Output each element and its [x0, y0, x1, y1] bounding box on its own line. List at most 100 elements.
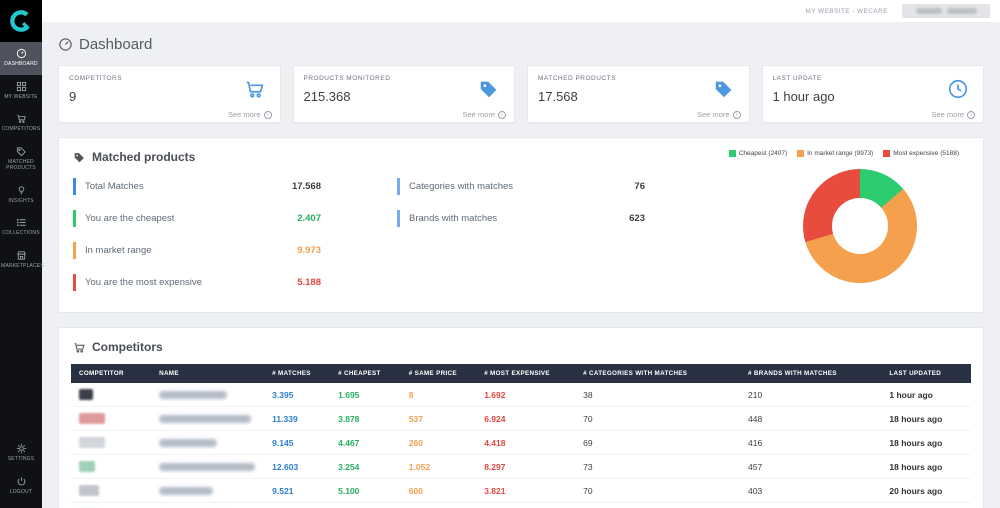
competitors-table: COMPETITOR NAME # MATCHES # CHEAPEST # S…	[71, 364, 971, 508]
stat-card-label: COMPETITORS	[69, 75, 270, 82]
stat-card-value: 215.368	[304, 89, 505, 104]
col-brands: # BRANDS WITH MATCHES	[740, 364, 881, 383]
grid-icon	[16, 81, 27, 92]
same-price-value: 600	[401, 479, 476, 503]
matches-value: 9.521	[264, 479, 330, 503]
col-categories: # CATEGORIES WITH MATCHES	[575, 364, 740, 383]
categories-value: 73	[575, 455, 740, 479]
donut-chart	[803, 169, 917, 283]
competitor-name-cell[interactable]	[151, 503, 264, 508]
competitor-name-cell[interactable]	[151, 479, 264, 503]
stat-card-products-monitored[interactable]: PRODUCTS MONITORED 215.368 See more›	[293, 65, 516, 123]
app-logo[interactable]	[0, 0, 42, 42]
competitor-name-cell[interactable]	[151, 383, 264, 407]
matches-value: 12.603	[264, 455, 330, 479]
competitor-name-cell[interactable]	[151, 407, 264, 431]
sidebar-bottom: SETTINGS LOGOUT	[0, 437, 42, 502]
categories-value: 70	[575, 407, 740, 431]
legend-label: In market range (9973)	[807, 150, 873, 157]
sidebar-item-logout[interactable]: LOGOUT	[0, 470, 42, 503]
table-row[interactable]: 9.521 5.100 600 3.821 70 403 20 hours ag…	[71, 479, 971, 503]
list-icon	[16, 217, 27, 228]
competitor-logo-cell	[71, 503, 151, 508]
clock-icon	[947, 78, 969, 105]
stat-value: 17.568	[292, 181, 321, 192]
stat-card-competitors[interactable]: COMPETITORS 9 See more›	[58, 65, 281, 123]
competitor-logo	[79, 485, 99, 496]
col-matches: # MATCHES	[264, 364, 330, 383]
arrow-circle-icon: ›	[733, 111, 741, 119]
competitor-logo-cell	[71, 479, 151, 503]
competitor-logo-cell	[71, 407, 151, 431]
cheapest-value: 5.100	[330, 479, 401, 503]
sidebar-item-settings[interactable]: SETTINGS	[0, 437, 42, 470]
table-row[interactable]: 11.339 3.878 537 6.924 70 448 18 hours a…	[71, 407, 971, 431]
col-most-expensive: # MOST EXPENSIVE	[476, 364, 575, 383]
sidebar-item-label: MATCHED PRODUCTS	[1, 159, 41, 172]
competitors-table-body: 3.395 1.695 8 1.692 38 210 1 hour ago 11…	[71, 383, 971, 508]
cart-icon	[16, 113, 27, 124]
competitor-name-redacted[interactable]	[159, 439, 217, 447]
sidebar-item-label: INSIGHTS	[1, 198, 41, 205]
tag-icon	[478, 78, 500, 105]
brands-value: 210	[740, 383, 881, 407]
stat-label: Categories with matches	[409, 181, 513, 192]
cart-icon	[244, 78, 266, 105]
brands-value: 441	[740, 503, 881, 508]
cheapest-value: 4.939	[330, 503, 401, 508]
competitor-name-redacted[interactable]	[159, 415, 251, 423]
stat-card-label: PRODUCTS MONITORED	[304, 75, 505, 82]
competitor-name-redacted[interactable]	[159, 391, 227, 399]
sidebar-item-dashboard[interactable]: DASHBOARD	[0, 42, 42, 75]
table-row[interactable]: 12.603 3.254 1.052 8.297 73 457 18 hours…	[71, 455, 971, 479]
matches-value: 11.350	[264, 503, 330, 508]
col-name: NAME	[151, 364, 264, 383]
stat-value: 5.188	[297, 277, 321, 288]
brands-value: 448	[740, 407, 881, 431]
competitor-name-redacted[interactable]	[159, 463, 255, 471]
see-more-link[interactable]: See more›	[697, 110, 741, 119]
cheapest-value: 3.254	[330, 455, 401, 479]
sidebar-item-competitors[interactable]: COMPETITORS	[0, 107, 42, 140]
competitor-name-redacted[interactable]	[159, 487, 213, 495]
see-more-link[interactable]: See more›	[931, 110, 975, 119]
stat-card-matched-products[interactable]: MATCHED PRODUCTS 17.568 See more›	[527, 65, 750, 123]
sidebar-item-marketplaces[interactable]: MARKETPLACES	[0, 244, 42, 277]
see-more-label: See more	[228, 110, 261, 119]
same-price-value: 818	[401, 503, 476, 508]
competitor-name-cell[interactable]	[151, 431, 264, 455]
competitor-name-cell[interactable]	[151, 455, 264, 479]
arrow-circle-icon: ›	[967, 111, 975, 119]
table-row[interactable]: 9.145 4.467 260 4.418 69 416 18 hours ag…	[71, 431, 971, 455]
page-title: Dashboard	[58, 36, 984, 53]
last-updated-value: 18 hours ago	[881, 407, 971, 431]
legend-swatch	[883, 150, 890, 157]
stat-card-last-update[interactable]: LAST UPDATE 1 hour ago See more›	[762, 65, 985, 123]
see-more-link[interactable]: See more›	[228, 110, 272, 119]
table-row[interactable]: 3.395 1.695 8 1.692 38 210 1 hour ago	[71, 383, 971, 407]
stat-card-value: 17.568	[538, 89, 739, 104]
competitor-logo	[79, 437, 105, 448]
legend-label: Cheapest (2407)	[739, 150, 787, 157]
arrow-circle-icon: ›	[498, 111, 506, 119]
sidebar-item-matched-products[interactable]: MATCHED PRODUCTS	[0, 140, 42, 179]
user-menu-button[interactable]	[902, 4, 990, 18]
see-more-link[interactable]: See more›	[462, 110, 506, 119]
sidebar-item-label: COMPETITORS	[1, 126, 41, 133]
legend-swatch	[729, 150, 736, 157]
legend-swatch	[797, 150, 804, 157]
page-title-text: Dashboard	[79, 36, 152, 53]
sidebar-item-collections[interactable]: COLLECTIONS	[0, 211, 42, 244]
most-expensive-value: 5.593	[476, 503, 575, 508]
logo-icon	[8, 8, 34, 34]
most-expensive-value: 4.418	[476, 431, 575, 455]
same-price-value: 260	[401, 431, 476, 455]
table-row[interactable]: 11.350 4.939 818 5.593 69 441 20 hours a…	[71, 503, 971, 508]
sidebar-item-label: DASHBOARD	[1, 61, 41, 68]
brands-value: 403	[740, 479, 881, 503]
stat-card-value: 1 hour ago	[773, 89, 974, 104]
stat-brands-with-matches: Brands with matches 623	[397, 210, 655, 227]
sidebar-item-my-website[interactable]: MY WEBSITE	[0, 75, 42, 108]
tag-icon	[16, 146, 27, 157]
sidebar-item-insights[interactable]: INSIGHTS	[0, 179, 42, 212]
